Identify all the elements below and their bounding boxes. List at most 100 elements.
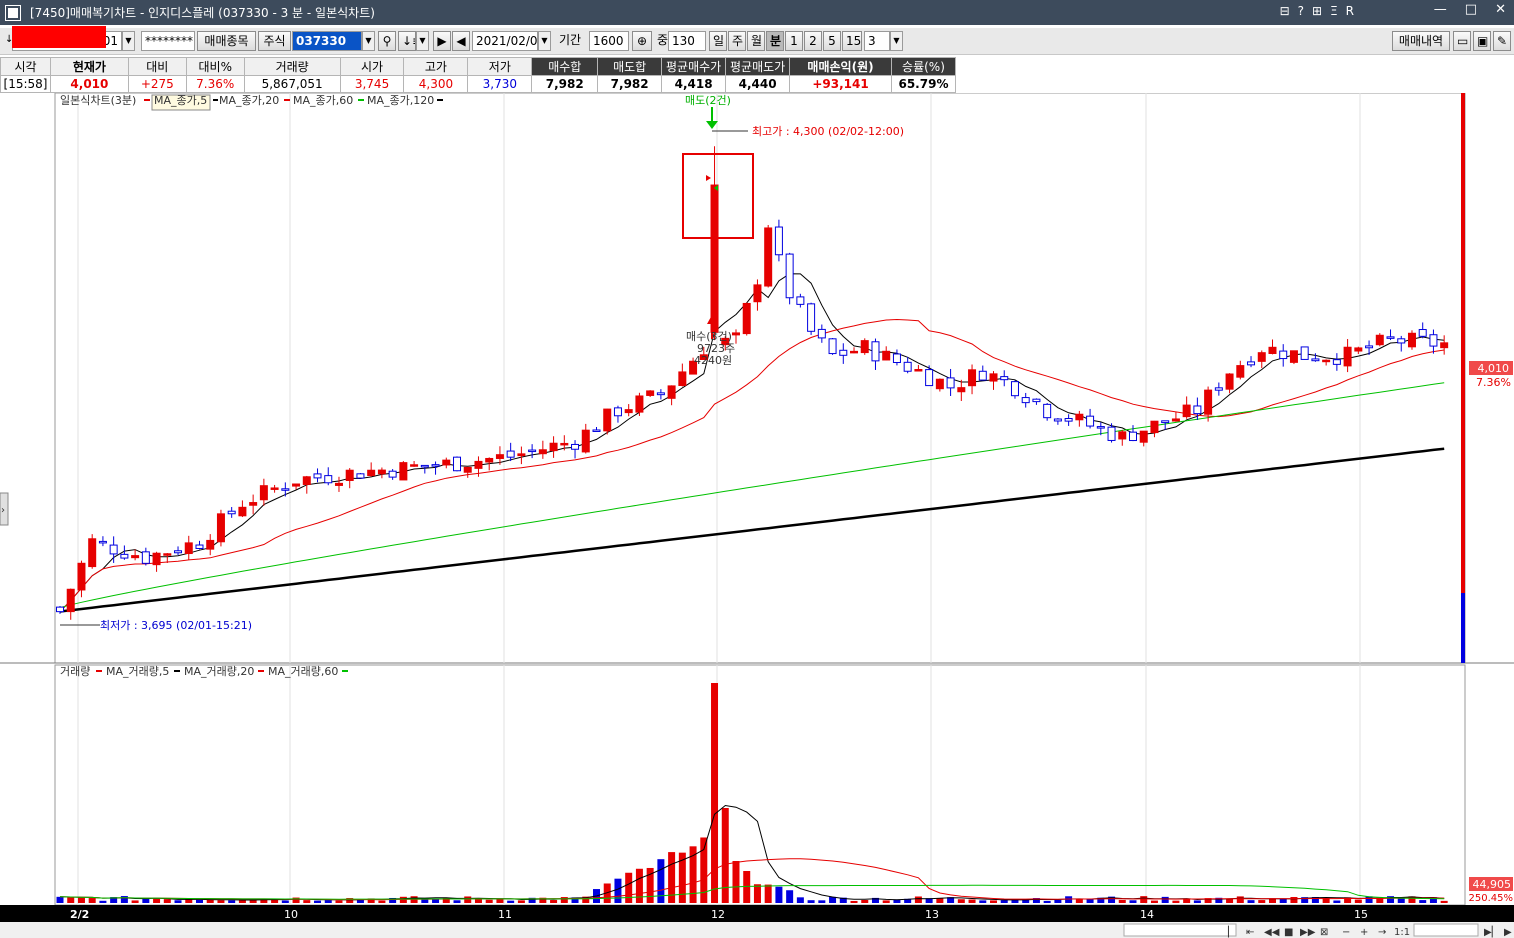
volume-bar (936, 898, 944, 903)
stock-code-dropdown-icon[interactable]: ▼ (362, 31, 375, 51)
rewind-icon[interactable]: ◀◀ (1264, 927, 1280, 938)
volume-bar (517, 900, 525, 903)
period-input[interactable]: 1600 (589, 31, 629, 51)
stock-code-input[interactable]: 037330 (292, 31, 362, 51)
candle-body (1279, 350, 1288, 360)
time-label: 10 (284, 908, 298, 921)
candle-body (1107, 426, 1116, 441)
header-current-price: 현재가 (49, 57, 129, 76)
account-dropdown-icon[interactable]: ▼ (122, 31, 135, 51)
volume-bar (163, 899, 171, 903)
minute-1-button[interactable]: 1 (785, 31, 803, 51)
help-icon[interactable]: ? (1298, 4, 1304, 18)
candle-body (152, 552, 161, 566)
value-avg-sell: 4,440 (725, 75, 791, 93)
candle-body (324, 475, 333, 484)
candle-body (796, 296, 805, 305)
candle-body (1161, 420, 1170, 424)
candle-body (1204, 389, 1213, 415)
zoom-fit-icon[interactable]: ⊠ (1320, 927, 1328, 938)
volume-bar (1118, 899, 1126, 903)
volume-bar (324, 900, 332, 903)
date-input[interactable]: 2021/02/02 (472, 31, 538, 51)
candle-body (431, 464, 440, 467)
minute-15-button[interactable]: 15 (842, 31, 862, 51)
candle-body (1343, 346, 1352, 367)
scroll-last-icon[interactable]: ▶▏ (1484, 925, 1499, 938)
header-pnl: 매매손익(원) (789, 57, 892, 76)
volume-bar (689, 846, 697, 903)
volume-bar (153, 898, 161, 903)
minimize-panel-icon[interactable]: ⊟ (1280, 4, 1290, 18)
candle-body (571, 443, 580, 450)
volume-bar (1354, 899, 1362, 903)
time-label: 13 (925, 908, 939, 921)
open-folder-icon[interactable]: ▭ (1453, 31, 1471, 51)
layout-icon[interactable]: ⊞ (1312, 4, 1322, 18)
volume-bar (217, 900, 225, 903)
fast-forward-icon[interactable]: ▶▶ (1300, 927, 1316, 938)
scrollbar-track[interactable] (1123, 923, 1237, 937)
volume-bar (764, 884, 772, 903)
candle-body (914, 369, 923, 372)
side-panel-toggle-icon[interactable]: › (1, 505, 5, 516)
save-icon[interactable]: ▣ (1473, 31, 1491, 51)
zoom-reset-icon[interactable]: → (1378, 927, 1386, 938)
chart-svg[interactable]: 일본식차트(3분) MA_종가,5 MA_종가,20 MA_종가,60 MA_종… (0, 92, 1514, 938)
zoom-in-icon[interactable]: + (1360, 927, 1368, 938)
zoom-slider[interactable] (1413, 923, 1479, 937)
price-panel[interactable] (54, 92, 1466, 664)
volume-bar (281, 900, 289, 903)
minute-custom-input[interactable]: 3 (864, 31, 890, 51)
volume-bar (614, 878, 622, 903)
menu-icon[interactable]: Ξ (1330, 4, 1338, 18)
password-field[interactable]: ******** (141, 31, 195, 51)
search-icon[interactable]: ⚲ (378, 31, 396, 51)
candle-body (131, 555, 140, 559)
count-input[interactable]: 130 (668, 31, 706, 51)
trade-history-button[interactable]: 매매내역 (1392, 31, 1450, 51)
candle-body (1429, 334, 1438, 347)
minute-2-button[interactable]: 2 (804, 31, 822, 51)
date-dropdown-icon[interactable]: ▼ (538, 31, 551, 51)
minute-5-button[interactable]: 5 (823, 31, 841, 51)
candle-body (238, 506, 247, 517)
maximize-button[interactable]: □ (1465, 2, 1477, 17)
price-tag: 4,010 (1478, 362, 1510, 375)
minute-dropdown-icon[interactable]: ▼ (890, 31, 903, 51)
market-type-button[interactable]: 주식 (258, 31, 291, 51)
period-minute-button[interactable]: 분 (766, 31, 784, 51)
legend-ma60: MA_종가,60 (293, 94, 353, 107)
wrench-icon[interactable]: ✎ (1493, 31, 1511, 51)
period-week-button[interactable]: 주 (728, 31, 746, 51)
header-high: 고가 (403, 57, 469, 76)
volume-bar (464, 896, 472, 903)
sort-dropdown-icon[interactable]: ▼ (416, 31, 429, 51)
chart-settings-icon[interactable]: ⊕ (632, 31, 652, 51)
header-change: 대비 (127, 57, 187, 76)
period-day-button[interactable]: 일 (709, 31, 727, 51)
candle-body (1118, 431, 1127, 440)
play-next-icon[interactable]: ▶ (433, 31, 451, 51)
period-month-button[interactable]: 월 (747, 31, 765, 51)
play-prev-icon[interactable]: ◀ (452, 31, 470, 51)
account-type-icon: ↓ (5, 34, 12, 45)
refresh-icon[interactable]: R (1346, 4, 1354, 18)
trade-items-button[interactable]: 매매종목 (197, 31, 256, 51)
candle-body (1182, 404, 1191, 418)
zoom-out-icon[interactable]: − (1342, 927, 1350, 938)
scroll-start-icon[interactable]: ⇤ (1246, 927, 1254, 938)
candle-body (120, 553, 129, 559)
stop-icon[interactable]: ■ (1284, 927, 1293, 938)
scroll-end-icon[interactable]: ▏ (1227, 925, 1236, 938)
volume-bar (786, 890, 794, 903)
scroll-next-icon[interactable]: ▶ (1504, 927, 1512, 938)
minimize-button[interactable]: — (1434, 2, 1447, 17)
sort-icon[interactable]: ↓≡ (398, 31, 416, 51)
candle-body (356, 473, 365, 479)
chart-area[interactable]: 일본식차트(3분) MA_종가,5 MA_종가,20 MA_종가,60 MA_종… (0, 92, 1514, 938)
volume-bar (292, 897, 300, 903)
volume-panel[interactable] (54, 664, 1466, 906)
close-button[interactable]: ✕ (1495, 2, 1506, 17)
candle-body (56, 606, 64, 613)
